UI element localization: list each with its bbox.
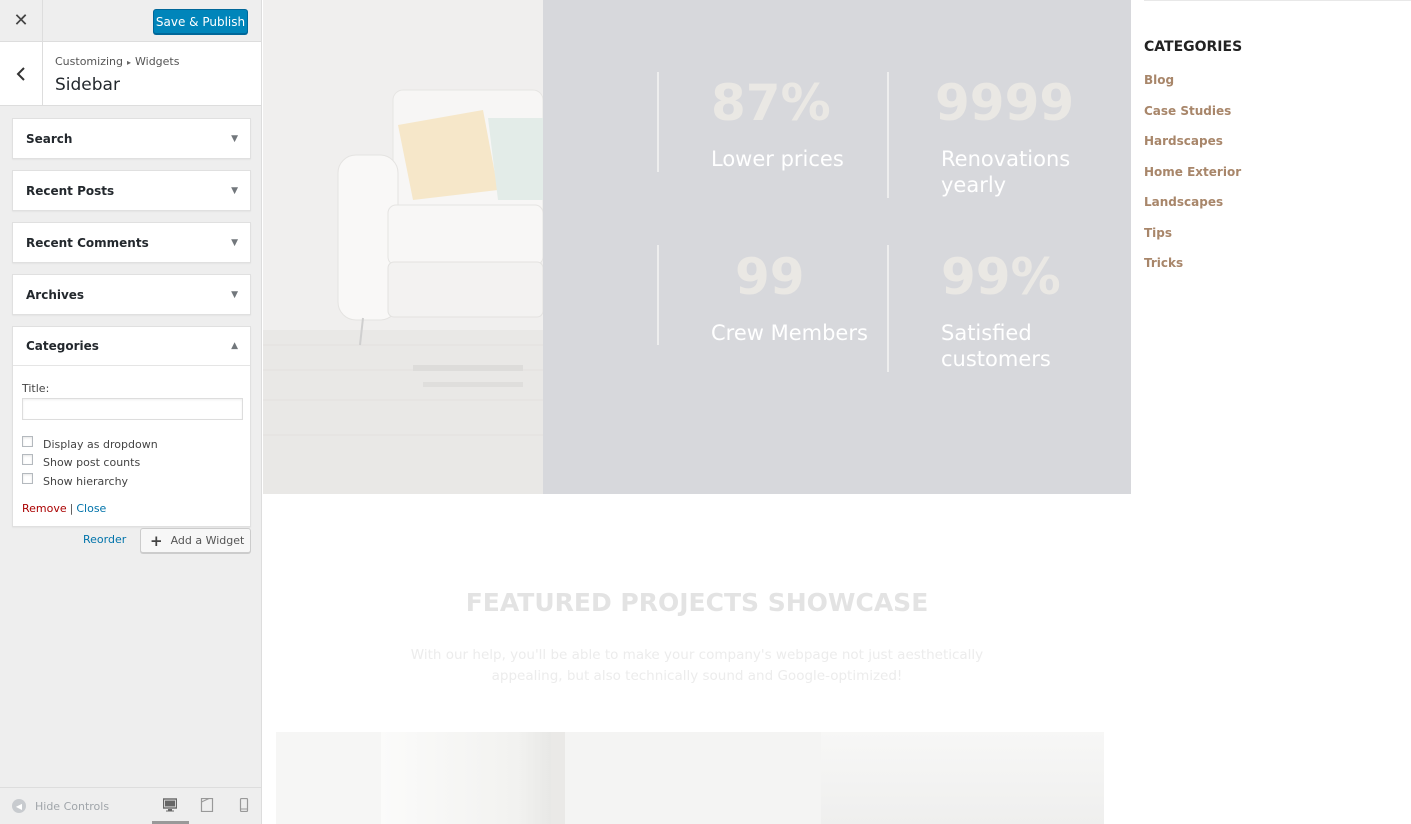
option-label: Show post counts bbox=[43, 456, 141, 470]
widget-header[interactable]: Search ▼ bbox=[13, 119, 250, 158]
show-post-counts-checkbox[interactable] bbox=[22, 454, 33, 466]
expand-arrow-icon[interactable]: ▼ bbox=[231, 186, 238, 196]
option-label: Show hierarchy bbox=[43, 474, 129, 488]
featured-description: With our help, you'll be able to make yo… bbox=[410, 647, 984, 684]
display-dropdown-checkbox[interactable] bbox=[22, 435, 33, 447]
category-link[interactable]: Tips bbox=[1144, 226, 1172, 240]
stat-label: Lower prices bbox=[711, 147, 844, 171]
gallery-image[interactable] bbox=[381, 732, 551, 824]
widget-recent-posts: Recent Posts ▼ bbox=[12, 170, 251, 211]
widget-recent-comments: Recent Comments ▼ bbox=[12, 222, 251, 263]
breadcrumb: Customizing ▸ Widgets bbox=[55, 55, 179, 68]
stat-number: 99% bbox=[941, 248, 1061, 306]
stat-label: Satisfied customers bbox=[941, 321, 1051, 371]
expand-arrow-icon[interactable]: ▼ bbox=[231, 290, 238, 300]
stat-number: 9999 bbox=[935, 74, 1075, 132]
expand-arrow-icon[interactable]: ▼ bbox=[231, 238, 238, 248]
section-header: Customizing ▸ Widgets Sidebar bbox=[0, 42, 261, 106]
option-label: Display as dropdown bbox=[43, 437, 158, 451]
close-widget-link[interactable]: Close bbox=[76, 502, 106, 515]
title-label: Title: bbox=[22, 382, 50, 395]
categories-heading: CATEGORIES bbox=[1144, 39, 1243, 55]
close-customizer-button[interactable]: ✕ bbox=[0, 0, 43, 41]
stat-number: 99 bbox=[735, 248, 805, 306]
expand-arrow-icon[interactable]: ▼ bbox=[231, 134, 238, 144]
reorder-link[interactable]: Reorder bbox=[83, 533, 126, 546]
widget-search: Search ▼ bbox=[12, 118, 251, 159]
category-link[interactable]: Landscapes bbox=[1144, 195, 1223, 209]
tablet-preview-icon[interactable] bbox=[200, 798, 214, 812]
remove-widget-link[interactable]: Remove bbox=[22, 502, 67, 515]
stat-label: Renovations yearly bbox=[941, 147, 1071, 197]
widget-header[interactable]: Archives ▼ bbox=[13, 275, 250, 314]
customizer-footer: ◀ Hide Controls bbox=[0, 787, 261, 824]
chevron-left-icon bbox=[16, 66, 25, 81]
widget-header[interactable]: Categories ▲ bbox=[13, 327, 250, 366]
featured-heading: FEATURED PROJECTS SHOWCASE bbox=[465, 588, 929, 617]
desktop-preview-icon[interactable] bbox=[163, 798, 177, 812]
collapse-arrow-icon[interactable]: ▲ bbox=[231, 341, 238, 351]
stat-number: 87% bbox=[711, 74, 831, 132]
plus-icon: + bbox=[150, 531, 163, 550]
add-widget-button[interactable]: + Add a Widget bbox=[140, 528, 251, 553]
option-row[interactable]: Show post counts bbox=[22, 454, 241, 473]
show-hierarchy-checkbox[interactable] bbox=[22, 472, 33, 484]
gallery-image[interactable] bbox=[565, 732, 821, 824]
section-title: Sidebar bbox=[55, 75, 120, 95]
widget-title: Search bbox=[26, 131, 73, 146]
project-gallery bbox=[276, 732, 1104, 824]
customizer-panel: ✕ Save & Publish Customizing ▸ Widgets Sid… bbox=[0, 0, 262, 824]
option-row[interactable]: Display as dropdown bbox=[22, 435, 241, 454]
hide-controls-button[interactable]: ◀ Hide Controls bbox=[12, 799, 109, 813]
widget-form: Title: Display as dropdown Show post cou… bbox=[13, 366, 250, 526]
sidebar-categories-widget: CATEGORIES Blog Case Studies Hardscapes … bbox=[1144, 0, 1411, 494]
widget-list-footer: Reorder + Add a Widget bbox=[12, 528, 251, 554]
widget-header[interactable]: Recent Posts ▼ bbox=[13, 171, 250, 210]
sofa-image bbox=[263, 0, 544, 494]
widget-archives: Archives ▼ bbox=[12, 274, 251, 315]
breadcrumb-separator: ▸ bbox=[126, 58, 131, 67]
category-link[interactable]: Case Studies bbox=[1144, 104, 1231, 118]
widget-header[interactable]: Recent Comments ▼ bbox=[13, 223, 250, 262]
widget-actions: Remove | Close bbox=[22, 502, 241, 515]
gallery-image[interactable] bbox=[821, 732, 1104, 824]
option-row[interactable]: Show hierarchy bbox=[22, 472, 241, 491]
widget-title: Recent Comments bbox=[26, 235, 149, 250]
widget-title: Recent Posts bbox=[26, 183, 115, 198]
widget-categories: Categories ▲ Title: Display as dropdown … bbox=[12, 326, 251, 527]
widget-title-input[interactable] bbox=[22, 398, 243, 420]
widget-title: Categories bbox=[26, 339, 99, 353]
back-button[interactable] bbox=[0, 42, 43, 105]
stats-panel: 87% Lower prices 9999 Renovations yearly… bbox=[543, 0, 1131, 494]
save-publish-button[interactable]: Save & Publish bbox=[153, 9, 248, 34]
category-link[interactable]: Home Exterior bbox=[1144, 165, 1241, 179]
add-widget-label: Add a Widget bbox=[170, 534, 245, 547]
site-preview: 87% Lower prices 9999 Renovations yearly… bbox=[263, 0, 1411, 824]
hide-controls-label: Hide Controls bbox=[35, 799, 110, 813]
category-link[interactable]: Hardscapes bbox=[1144, 134, 1223, 148]
widget-title: Archives bbox=[26, 287, 85, 302]
action-separator: | bbox=[69, 501, 74, 515]
gallery-image[interactable] bbox=[551, 732, 565, 824]
hero-photo bbox=[263, 0, 544, 494]
stat-divider bbox=[887, 245, 889, 372]
category-link[interactable]: Blog bbox=[1144, 73, 1174, 87]
category-link[interactable]: Tricks bbox=[1144, 256, 1183, 270]
collapse-arrow-icon: ◀ bbox=[12, 799, 26, 813]
breadcrumb-root: Customizing bbox=[55, 55, 123, 68]
stat-divider bbox=[657, 245, 659, 345]
stat-divider bbox=[887, 72, 889, 198]
close-icon: ✕ bbox=[13, 10, 29, 31]
breadcrumb-panel: Widgets bbox=[135, 55, 180, 68]
customizer-header: ✕ Save & Publish bbox=[0, 0, 261, 42]
stat-label: Crew Members bbox=[711, 321, 868, 345]
stat-divider bbox=[657, 72, 659, 172]
widget-list: Search ▼ Recent Posts ▼ Recent Comments … bbox=[12, 118, 251, 538]
mobile-preview-icon[interactable] bbox=[237, 798, 251, 812]
gallery-image[interactable] bbox=[276, 732, 381, 824]
